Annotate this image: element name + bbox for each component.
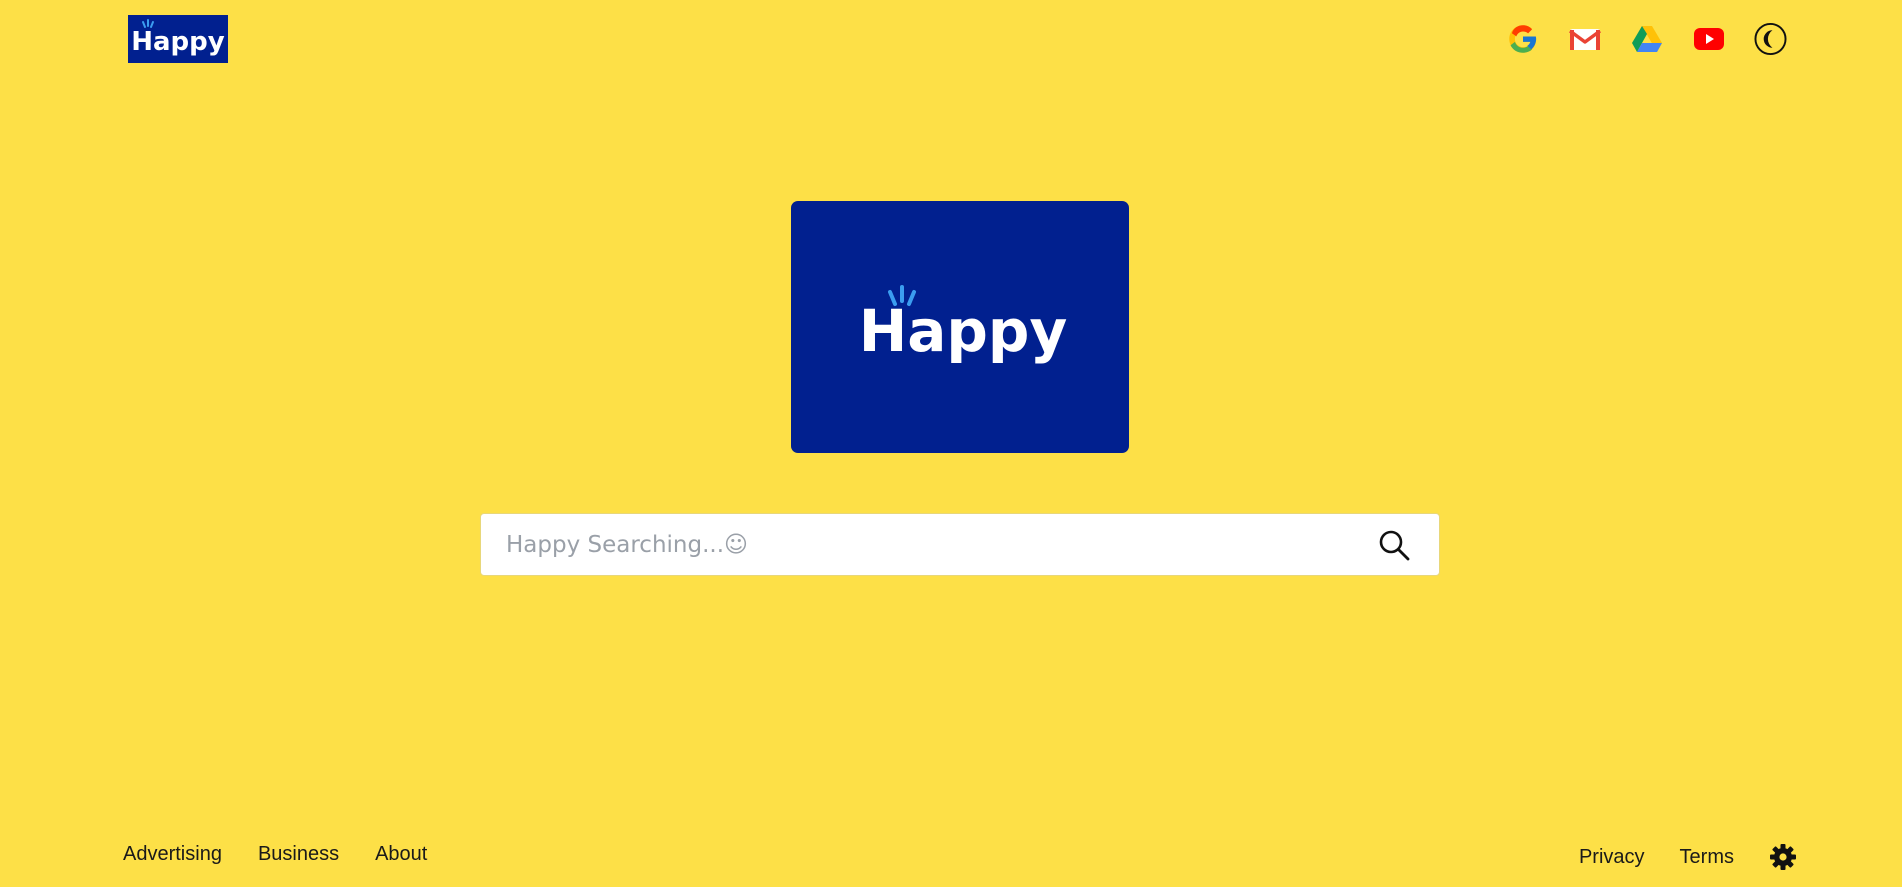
footer-link-advertising[interactable]: Advertising <box>123 843 222 866</box>
drive-icon[interactable] <box>1630 23 1663 56</box>
search-bar <box>480 513 1440 576</box>
dark-mode-icon[interactable] <box>1754 22 1787 56</box>
youtube-icon[interactable] <box>1692 23 1725 56</box>
settings-gear-icon[interactable] <box>1769 843 1797 871</box>
footer-link-privacy[interactable]: Privacy <box>1579 846 1645 869</box>
logo-wordmark: Happy <box>131 27 225 57</box>
app-shortcuts <box>1506 20 1787 58</box>
search-icon <box>1379 530 1410 560</box>
google-icon[interactable] <box>1506 23 1539 56</box>
happy-logo-small: Happy <box>128 15 228 63</box>
footer-link-about[interactable]: About <box>375 843 427 866</box>
footer-right-links: Privacy Terms <box>1579 843 1797 871</box>
search-input[interactable] <box>481 514 1374 575</box>
footer-link-terms[interactable]: Terms <box>1680 846 1734 869</box>
search-button[interactable] <box>1374 525 1414 565</box>
footer-left-links: Advertising Business About <box>123 843 427 866</box>
main-logo: Happy <box>791 201 1129 453</box>
logo-wordmark-large: Happy <box>859 297 1068 365</box>
gmail-icon[interactable] <box>1568 23 1601 56</box>
happy-logo-large: Happy <box>791 201 1129 453</box>
footer-link-business[interactable]: Business <box>258 843 339 866</box>
header-logo[interactable]: Happy <box>128 15 228 63</box>
